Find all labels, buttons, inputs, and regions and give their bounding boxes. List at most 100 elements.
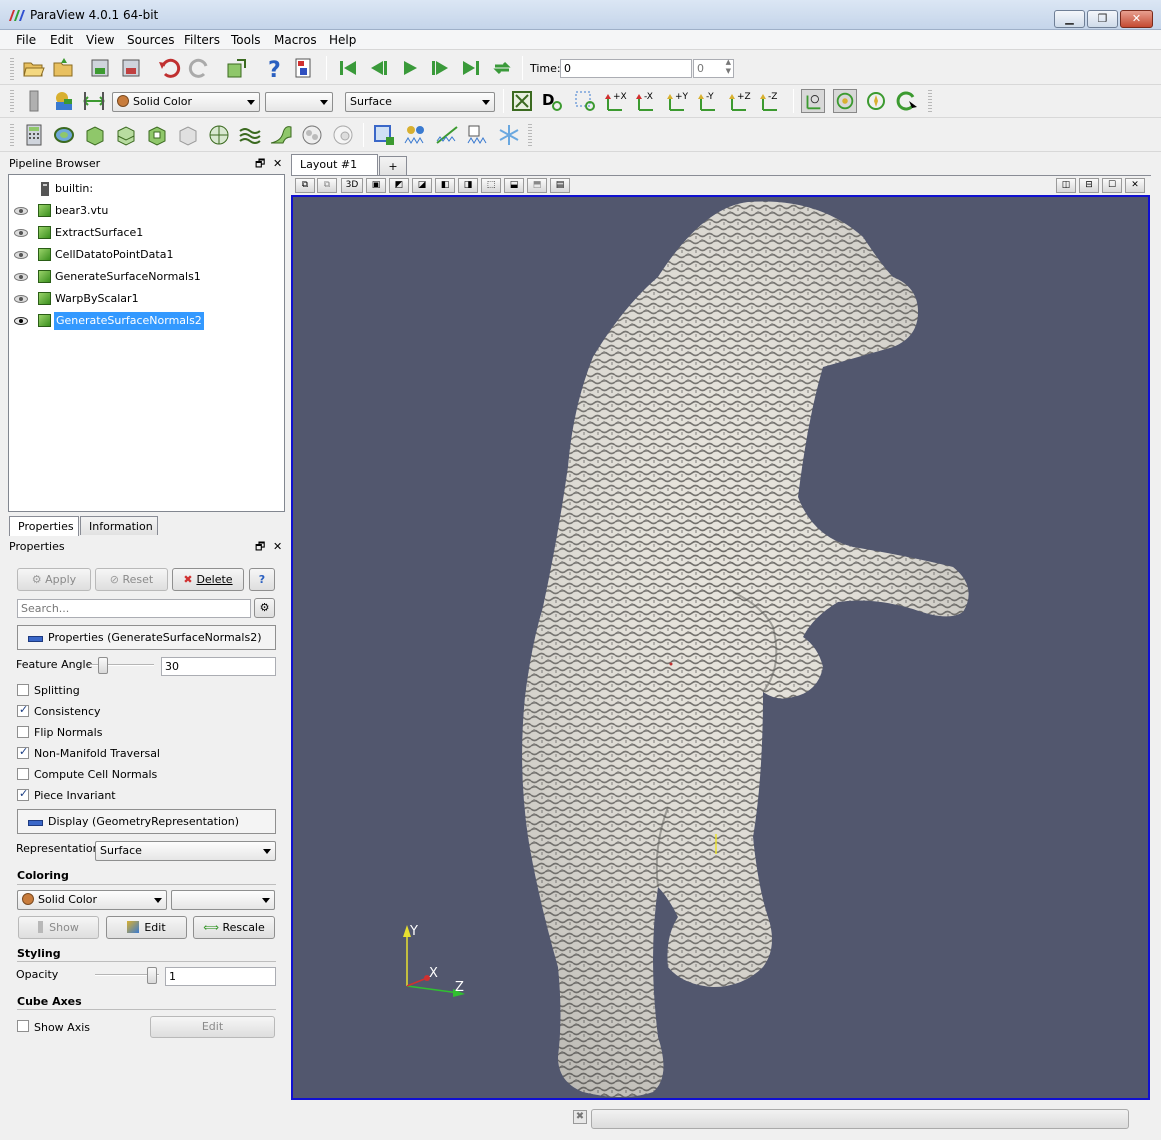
render-view[interactable]: Y X Z [291, 195, 1150, 1100]
select-points-on-icon[interactable]: ◪ [412, 178, 432, 193]
next-frame-icon[interactable] [428, 56, 452, 80]
redo-icon[interactable] [188, 56, 212, 80]
split-vertical-icon[interactable]: ⊟ [1079, 178, 1099, 193]
reset-camera-icon[interactable] [510, 89, 534, 113]
probe-icon[interactable] [497, 123, 521, 147]
visibility-eye-icon[interactable] [14, 273, 28, 281]
feature-angle-slider-thumb[interactable] [98, 657, 108, 674]
menu-view[interactable]: View [86, 33, 114, 47]
show-scalar-bar-button[interactable]: Show [18, 916, 99, 939]
cancel-progress-icon[interactable]: ✖ [573, 1110, 587, 1124]
view-minus-z-icon[interactable]: -Z [759, 89, 783, 113]
group-datasets-icon[interactable] [300, 123, 324, 147]
opacity-input[interactable]: 1 [165, 967, 276, 986]
pipeline-item-celldatatopointdata1[interactable]: CellDatatoPointData1 [9, 246, 279, 264]
zoom-to-data-icon[interactable]: D [540, 89, 564, 113]
feature-angle-input[interactable]: 30 [161, 657, 276, 676]
edit-color-map-button[interactable]: Edit [106, 916, 187, 939]
first-frame-icon[interactable] [336, 56, 360, 80]
loop-icon[interactable] [490, 56, 514, 80]
close-panel-icon[interactable]: ✕ [273, 155, 282, 172]
warp-by-vector-icon[interactable] [269, 123, 293, 147]
component-select[interactable] [265, 92, 333, 112]
open-folder-icon[interactable] [22, 56, 46, 80]
close-button[interactable]: ✕ [1120, 10, 1153, 28]
cube-axes-edit-button[interactable]: Edit [150, 1016, 275, 1038]
color-by-select[interactable]: Solid Color [112, 92, 260, 112]
apply-button[interactable]: ⚙ Apply [17, 568, 91, 591]
rescale-range-icon[interactable] [82, 89, 106, 113]
threshold-icon[interactable] [145, 123, 169, 147]
pipeline-item-generatesurfacenormals2[interactable]: GenerateSurfaceNormals2 [9, 312, 279, 330]
representation-select[interactable]: Surface [345, 92, 495, 112]
menu-help[interactable]: Help [329, 33, 356, 47]
previous-frame-icon[interactable] [367, 56, 391, 80]
visibility-eye-icon[interactable] [14, 317, 28, 325]
display-properties-section[interactable]: Display (GeometryRepresentation) [17, 809, 276, 834]
representation-dropdown[interactable]: Surface [95, 841, 276, 861]
select-block-icon[interactable]: ⬚ [481, 178, 501, 193]
toolbar-grip[interactable] [10, 58, 14, 80]
maximize-button[interactable]: ❐ [1087, 10, 1118, 28]
minimize-button[interactable]: ▁ [1054, 10, 1085, 28]
search-input[interactable]: Search... [17, 599, 251, 618]
visibility-eye-icon[interactable] [14, 295, 28, 303]
menu-edit[interactable]: Edit [50, 33, 73, 47]
visibility-eye-icon[interactable] [14, 229, 28, 237]
toolbar-grip[interactable] [928, 90, 932, 112]
time-step-spinbox[interactable]: 0 ▲ ▼ [693, 58, 734, 78]
plot-selection-over-time-icon[interactable] [403, 123, 427, 147]
close-view-icon[interactable]: ✕ [1125, 178, 1145, 193]
play-icon[interactable] [398, 56, 422, 80]
last-frame-icon[interactable] [459, 56, 483, 80]
zoom-to-box-icon[interactable] [573, 89, 597, 113]
help-icon[interactable]: ? [262, 56, 286, 80]
toolbar-grip[interactable] [528, 124, 532, 146]
opacity-slider-thumb[interactable] [147, 967, 157, 984]
pipeline-item-extractsurface1[interactable]: ExtractSurface1 [9, 224, 279, 242]
spin-arrows-icon[interactable]: ▲ ▼ [726, 58, 731, 76]
calculator-icon[interactable] [22, 123, 46, 147]
pipeline-item-bear3[interactable]: bear3.vtu [9, 202, 279, 220]
toggle-3d-button[interactable]: 3D [341, 178, 363, 193]
splitting-checkbox[interactable] [17, 684, 29, 696]
delete-button[interactable]: ✖ Delete [172, 568, 244, 591]
help-button[interactable]: ? [249, 568, 275, 591]
reset-center-icon[interactable] [864, 89, 888, 113]
tab-layout-1[interactable]: Layout #1 ✕ [291, 154, 378, 190]
time-input[interactable]: 0 [560, 59, 692, 78]
view-plus-z-icon[interactable]: +Z [728, 89, 752, 113]
split-horizontal-icon[interactable]: ◫ [1056, 178, 1076, 193]
filter-properties-section[interactable]: Properties (GenerateSurfaceNormals2) [17, 625, 276, 650]
plot-over-line-icon[interactable] [435, 123, 459, 147]
edit-color-map-icon[interactable] [52, 89, 76, 113]
extract-subset-icon[interactable] [176, 123, 200, 147]
view-minus-x-icon[interactable]: -X [635, 89, 659, 113]
extract-level-icon[interactable] [331, 123, 355, 147]
pipeline-item-generatesurfacenormals1[interactable]: GenerateSurfaceNormals1 [9, 268, 279, 286]
undock-icon[interactable]: 🗗 [255, 538, 265, 555]
view-plus-x-icon[interactable]: +X [604, 89, 628, 113]
consistency-checkbox[interactable] [17, 703, 29, 717]
menu-sources[interactable]: Sources [127, 33, 174, 47]
select-cells-on-icon[interactable]: ◩ [389, 178, 409, 193]
add-layout-tab[interactable]: + [379, 156, 407, 175]
clip-icon[interactable] [83, 123, 107, 147]
pipeline-item-warpbyscalar1[interactable]: WarpByScalar1 [9, 290, 279, 308]
view-minus-y-icon[interactable]: -Y [697, 89, 721, 113]
non-manifold-traversal-checkbox[interactable] [17, 745, 29, 759]
bear-surface-render[interactable]: Y X Z [293, 197, 1148, 1098]
undock-icon[interactable]: 🗗 [255, 155, 265, 172]
interactive-select-icon[interactable]: ⬓ [504, 178, 524, 193]
copy-view-icon[interactable]: ⧉ [317, 178, 337, 193]
reset-button[interactable]: ⊘ Reset [95, 568, 168, 591]
piece-invariant-checkbox[interactable] [17, 787, 29, 801]
capture-icon[interactable]: ▣ [366, 178, 386, 193]
show-orientation-axes-icon[interactable] [801, 89, 825, 113]
advanced-properties-button[interactable]: ⚙ [254, 598, 275, 618]
extract-selection-icon[interactable] [372, 123, 396, 147]
flip-normals-checkbox[interactable] [17, 726, 29, 738]
pick-center-icon[interactable] [292, 56, 316, 80]
compute-cell-normals-checkbox[interactable] [17, 768, 29, 780]
maximize-view-icon[interactable]: ☐ [1102, 178, 1122, 193]
